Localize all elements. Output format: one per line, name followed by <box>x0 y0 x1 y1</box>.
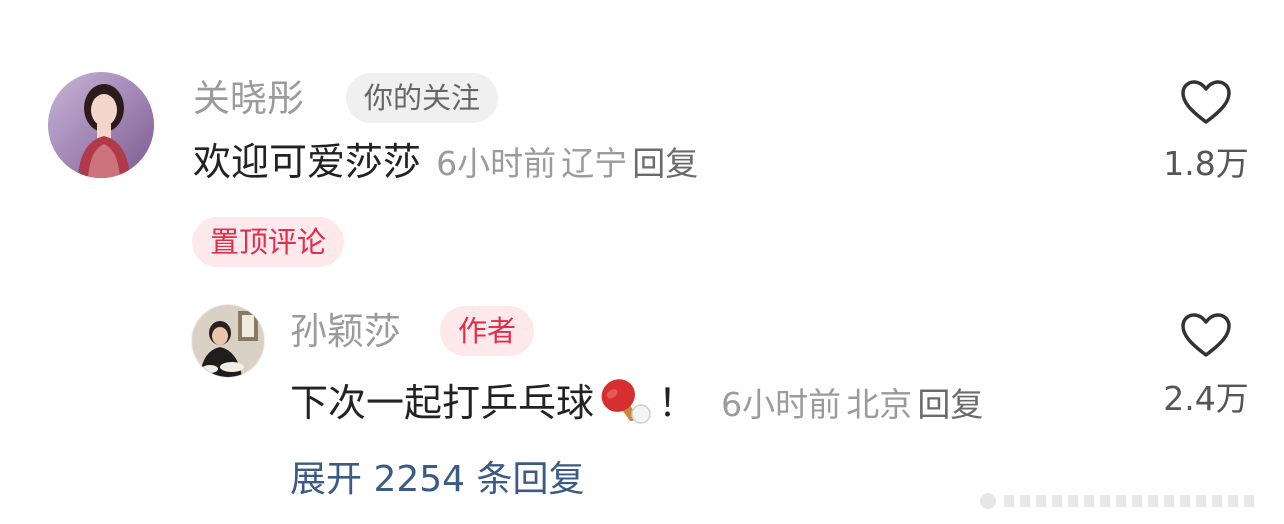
expand-replies-button[interactable]: 展开 2254 条回复 <box>290 462 585 498</box>
comment-author-name[interactable]: 孙颖莎 <box>290 313 401 350</box>
watermark-logo <box>980 488 1270 514</box>
comment-time: 6小时前 <box>436 144 557 183</box>
heart-outline-icon[interactable] <box>1180 79 1232 125</box>
following-badge: 你的关注 <box>346 73 499 123</box>
comment-text: 下次一起打乒乓球 <box>290 381 595 425</box>
author-badge: 作者 <box>440 306 535 356</box>
pinned-comment-badge: 置顶评论 <box>192 217 345 267</box>
reply-button[interactable]: 回复 <box>632 144 698 183</box>
avatar-image <box>48 72 154 178</box>
heart-outline-icon[interactable] <box>1180 312 1232 358</box>
like-count: 2.4万 <box>1163 379 1249 418</box>
avatar[interactable] <box>191 304 265 378</box>
comment-body: 欢迎可爱莎莎 6小时前 辽宁 回复 <box>193 143 698 181</box>
comment-time: 6小时前 <box>721 385 842 424</box>
reply-button[interactable]: 回复 <box>917 385 983 424</box>
comment-body: 下次一起打乒乓球 ！ 6小时前 北京 回复 <box>290 378 983 426</box>
comment-location: 北京 <box>846 385 913 424</box>
comment-text-suffix: ！ <box>658 381 697 425</box>
comment-text: 欢迎可爱莎莎 <box>193 140 422 184</box>
comment-author-name[interactable]: 关晓彤 <box>193 80 304 117</box>
avatar[interactable] <box>48 72 154 178</box>
like-count: 1.8万 <box>1163 144 1249 183</box>
avatar-image <box>192 305 264 377</box>
ping-pong-icon <box>596 378 652 426</box>
comment-location: 辽宁 <box>561 144 628 183</box>
